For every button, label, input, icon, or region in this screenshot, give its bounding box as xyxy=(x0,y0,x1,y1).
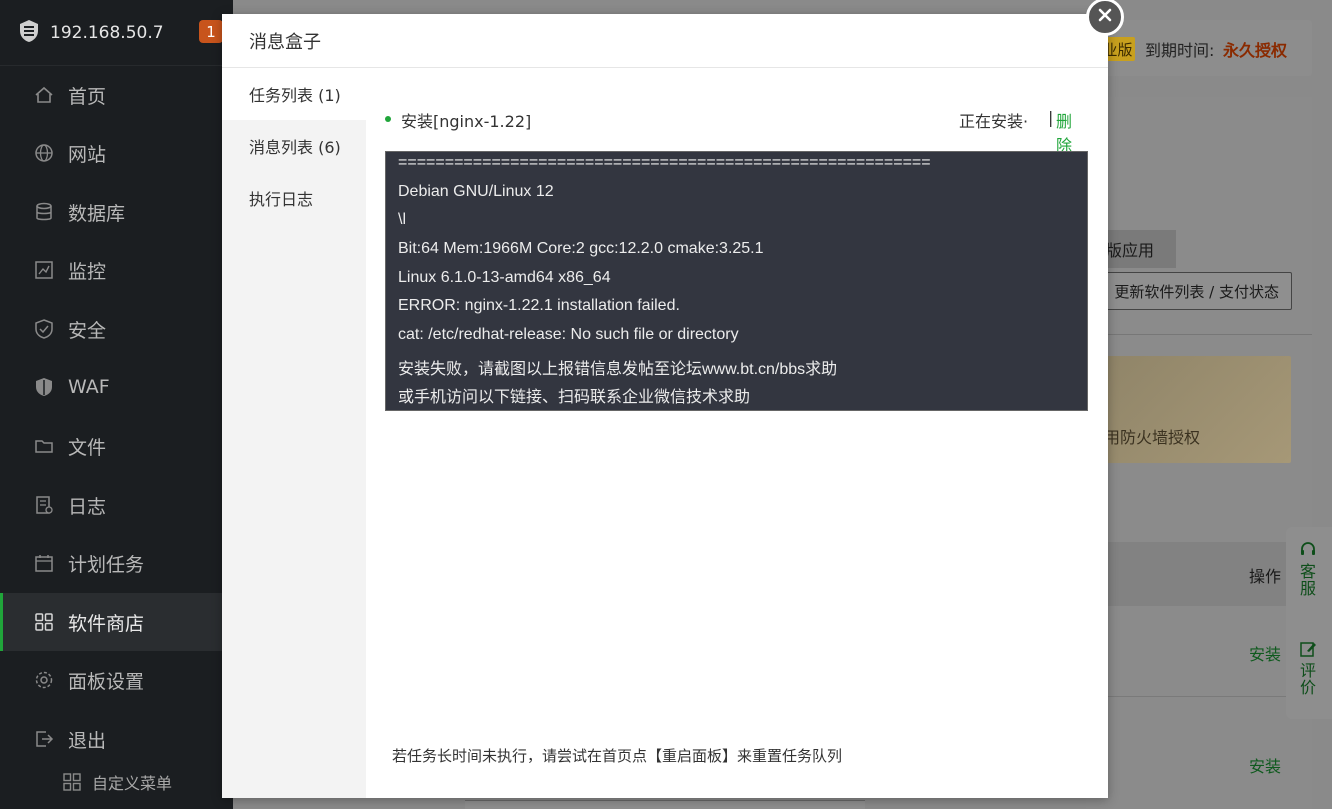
nav-files[interactable]: 文件 xyxy=(0,417,233,475)
monitor-icon xyxy=(34,260,54,280)
console-line: 或手机访问以下链接、扫码联系企业微信技术求助 xyxy=(398,389,751,406)
headset-icon xyxy=(1299,541,1317,559)
delete-task-link[interactable]: 删除 xyxy=(1056,108,1087,156)
review-label: 评价 xyxy=(1299,661,1316,697)
promo-banner-text: 用防火墙授权 xyxy=(1104,428,1201,447)
nav-panel-settings[interactable]: 面板设置 xyxy=(0,651,233,709)
expire-label: 到期时间: xyxy=(1145,41,1215,60)
nav-monitor[interactable]: 监控 xyxy=(0,241,233,299)
nav-waf[interactable]: WAF xyxy=(0,358,233,416)
dialog-tab-list: 任务列表 (1) 消息列表 (6) 执行日志 xyxy=(222,68,366,798)
console-line: Bit:64 Mem:1966M Core:2 gcc:12.2.0 cmake… xyxy=(398,240,764,257)
custom-menu-icon xyxy=(62,772,82,792)
bottom-strip xyxy=(465,800,865,809)
nav-logs-label: 日志 xyxy=(68,495,107,518)
install-log-console[interactable]: ========================================… xyxy=(385,151,1088,411)
status-dot-icon xyxy=(385,116,391,122)
shield-icon xyxy=(34,319,54,339)
nav-database[interactable]: 数据库 xyxy=(0,183,233,241)
tab-apps[interactable]: 版应用 xyxy=(1096,230,1176,268)
nav-app-store-label: 软件商店 xyxy=(68,612,145,635)
nav-files-label: 文件 xyxy=(68,436,107,459)
console-line: 安装失败，请截图以上报错信息发帖至论坛www.bt.cn/bbs求助 xyxy=(398,361,838,378)
nav-security-label: 安全 xyxy=(68,319,107,342)
customer-service-button[interactable]: 客服 xyxy=(1288,541,1328,597)
apps-grid-icon xyxy=(34,612,54,632)
divider xyxy=(1086,334,1312,335)
nav-home-label: 首页 xyxy=(68,85,107,108)
dialog-footer-note: 若任务长时间未执行，请尝试在首页点【重启面板】来重置任务队列 xyxy=(392,747,843,765)
console-line: ========================================… xyxy=(398,154,931,171)
notification-badge[interactable]: 1 xyxy=(199,20,223,43)
folder-icon xyxy=(34,436,54,456)
home-icon xyxy=(34,85,54,105)
nav-monitor-label: 监控 xyxy=(68,260,107,283)
nav-website-label: 网站 xyxy=(68,143,107,166)
nav-logs[interactable]: 日志 xyxy=(0,476,233,534)
task-item: 安装[nginx-1.22] 正在安装· | 删除 xyxy=(385,106,1087,155)
nav-custom-menu[interactable]: 自定义菜单 xyxy=(62,770,172,794)
nav-logout[interactable]: 退出 xyxy=(0,710,233,768)
tab-message-list[interactable]: 消息列表 (6) xyxy=(222,120,366,172)
nav-logout-label: 退出 xyxy=(68,729,107,752)
database-icon xyxy=(34,202,54,222)
dialog-title: 消息盒子 xyxy=(222,14,1108,68)
nav-database-label: 数据库 xyxy=(68,202,126,225)
nav-cron-label: 计划任务 xyxy=(68,553,145,576)
bt-logo-icon xyxy=(18,19,40,47)
review-button[interactable]: 评价 xyxy=(1288,640,1328,696)
task-separator: | xyxy=(1048,108,1054,127)
message-box-dialog: 消息盒子 任务列表 (1) 消息列表 (6) 执行日志 安装[nginx-1.2… xyxy=(222,14,1108,798)
calendar-icon xyxy=(34,553,54,573)
nav-website[interactable]: 网站 xyxy=(0,124,233,182)
nav-security[interactable]: 安全 xyxy=(0,300,233,358)
globe-icon xyxy=(34,143,54,163)
nav-waf-label: WAF xyxy=(68,376,110,398)
tab-task-list[interactable]: 任务列表 (1) xyxy=(222,68,366,120)
task-status: 正在安装· xyxy=(959,112,1029,131)
nav-panel-settings-label: 面板设置 xyxy=(68,670,145,693)
waf-shield-icon xyxy=(34,377,54,397)
column-header-actions: 操作 xyxy=(1249,567,1282,586)
logout-icon xyxy=(34,729,54,749)
expire-value: 永久授权 xyxy=(1223,41,1288,60)
tab-execution-log[interactable]: 执行日志 xyxy=(222,172,366,224)
install-link[interactable]: 安装 xyxy=(1249,753,1281,777)
close-icon xyxy=(1097,7,1113,27)
gear-icon xyxy=(34,670,54,690)
nav-cron[interactable]: 计划任务 xyxy=(0,534,233,592)
install-link[interactable]: 安装 xyxy=(1249,641,1281,665)
update-software-list-button[interactable]: 更新软件列表 / 支付状态 xyxy=(1096,272,1292,310)
console-line: cat: /etc/redhat-release: No such file o… xyxy=(398,326,739,343)
console-line: Debian GNU/Linux 12 xyxy=(398,183,554,200)
console-line: Linux 6.1.0-13-amd64 x86_64 xyxy=(398,269,611,286)
console-line: \l xyxy=(398,211,406,228)
customer-service-label: 客服 xyxy=(1299,562,1316,598)
row-divider xyxy=(1086,696,1312,697)
console-line: ERROR: nginx-1.22.1 installation failed. xyxy=(398,297,680,314)
sidebar: 192.168.50.7 1 首页 网站 数据库 监控 安全 WAF 文件 日志… xyxy=(0,0,233,809)
nav-home[interactable]: 首页 xyxy=(0,66,233,124)
nav-app-store[interactable]: 软件商店 xyxy=(0,593,233,651)
log-icon xyxy=(34,495,54,515)
edit-icon xyxy=(1299,640,1317,658)
server-ip: 192.168.50.7 xyxy=(50,22,164,43)
task-name: 安装[nginx-1.22] xyxy=(401,112,532,131)
nav-custom-menu-label: 自定义菜单 xyxy=(92,774,173,793)
